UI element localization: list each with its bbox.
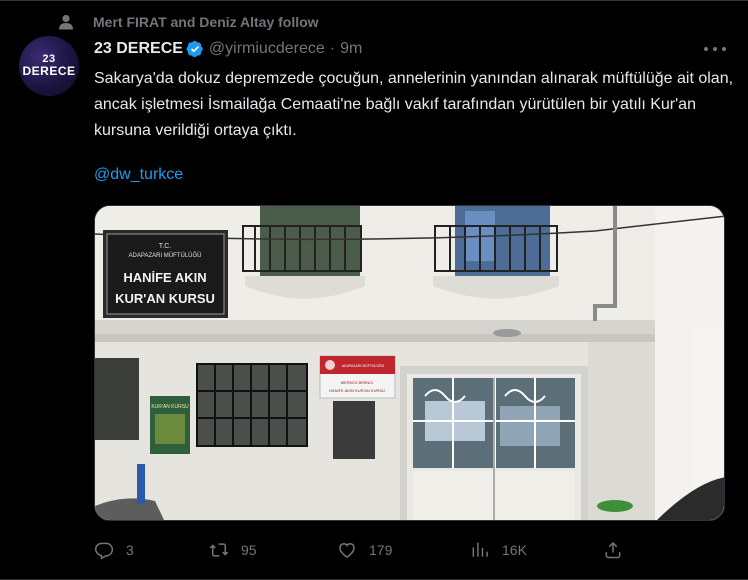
poster-text: KUR'AN KURSU [151,404,189,410]
reply-count: 3 [126,542,134,558]
sign-top-line1: T.C. [159,243,172,250]
door-sign-line1: MERKEZ BİRİNCİ [341,380,373,385]
tweet-time[interactable]: 9m [340,40,362,58]
tweet-photo[interactable]: T.C. ADAPAZARI MÜFTÜLÜĞÜ HANİFE AKIN KUR… [94,205,725,521]
sign-main-line1: HANİFE AKIN [123,270,206,285]
social-context-text: Mert FIRAT and Deniz Altay follow [93,14,319,30]
author-name[interactable]: 23 DERECE [94,40,183,58]
sign-main-line2: KUR'AN KURSU [115,291,215,306]
sign-top-line2: ADAPAZARI MÜFTÜLÜĞÜ [129,252,202,259]
views-button[interactable]: 16K [470,538,527,562]
reply-button[interactable]: 3 [94,538,134,562]
mention-link[interactable]: @dw_turkce [94,166,183,184]
avatar[interactable]: 23 DERECE [19,36,79,96]
separator-dot: · [329,40,336,57]
door-sign-line2: HANİFE AKIN KUR'AN KURSU [329,388,385,393]
action-bar: 3 95 179 16K [94,538,634,562]
share-button[interactable] [603,538,623,562]
heart-icon [339,542,355,558]
tweet-header: 23 DERECE @yirmiucderece · 9m [94,38,728,60]
retweet-icon [209,543,229,557]
reply-icon [94,542,114,560]
person-icon [58,14,74,30]
social-context[interactable]: Mert FIRAT and Deniz Altay follow [58,12,319,32]
more-icon[interactable] [704,40,726,58]
avatar-line2: DERECE [22,64,76,78]
verified-badge-icon[interactable] [186,40,204,58]
tweet-text: Sakarya'da dokuz depremzede çocuğun, ann… [94,70,734,139]
top-divider [0,0,748,1]
share-icon [605,541,621,559]
like-count: 179 [369,542,393,558]
retweet-count: 95 [241,542,257,558]
views-count: 16K [502,542,527,558]
door-sign-small: ADAPAZARI MÜFTÜLÜĞÜ [342,363,385,368]
retweet-button[interactable]: 95 [209,538,257,562]
like-button[interactable]: 179 [337,538,392,562]
views-icon [472,542,488,557]
author-handle[interactable]: @yirmiucderece [209,40,325,58]
